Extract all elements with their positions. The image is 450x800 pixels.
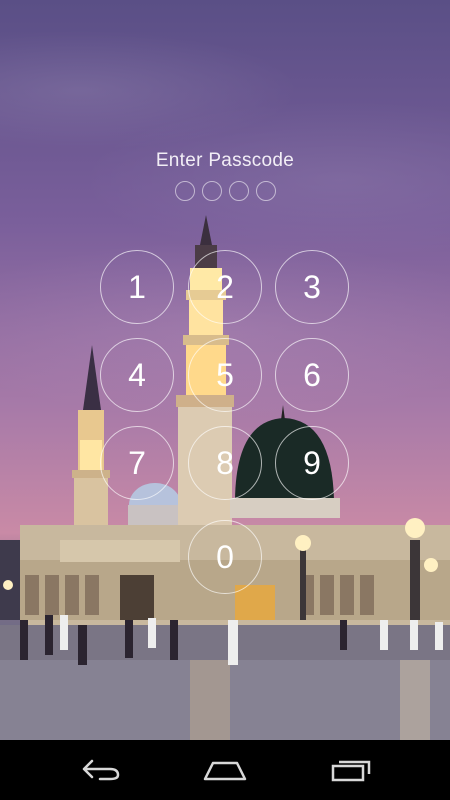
keypad-key-1[interactable]: 1	[100, 250, 174, 324]
key-label: 5	[216, 356, 234, 393]
key-label: 4	[128, 356, 146, 393]
key-label: 1	[128, 268, 146, 305]
passcode-dot	[228, 181, 249, 201]
keypad-key-7[interactable]: 7	[100, 426, 174, 500]
key-label: 0	[216, 538, 234, 575]
keypad-key-9[interactable]: 9	[275, 426, 349, 500]
key-label: 8	[216, 444, 234, 481]
key-label: 6	[303, 356, 321, 393]
key-label: 2	[216, 268, 234, 305]
keypad-key-2[interactable]: 2	[188, 250, 262, 324]
back-button[interactable]	[55, 740, 145, 800]
keypad-key-0[interactable]: 0	[188, 520, 262, 594]
keypad-key-8[interactable]: 8	[188, 426, 262, 500]
recent-apps-button[interactable]	[306, 740, 396, 800]
key-label: 7	[128, 444, 146, 481]
lockscreen-wallpaper: Enter Passcode 1 2 3 4 5 6 7 8 9 0	[0, 0, 450, 740]
home-icon	[203, 761, 247, 781]
passcode-title: Enter Passcode	[155, 150, 295, 171]
keypad-key-6[interactable]: 6	[275, 338, 349, 412]
system-navigation-bar	[0, 740, 450, 800]
keypad-key-5[interactable]: 5	[188, 338, 262, 412]
keypad-key-3[interactable]: 3	[275, 250, 349, 324]
home-button[interactable]	[180, 740, 270, 800]
key-label: 9	[303, 444, 321, 481]
key-label: 3	[303, 268, 321, 305]
back-icon	[82, 759, 120, 781]
keypad-key-4[interactable]: 4	[100, 338, 174, 412]
passcode-indicator	[0, 181, 450, 201]
passcode-dot	[255, 181, 276, 201]
passcode-dot	[201, 181, 222, 201]
recent-apps-icon	[331, 760, 371, 782]
passcode-dot	[174, 181, 195, 201]
